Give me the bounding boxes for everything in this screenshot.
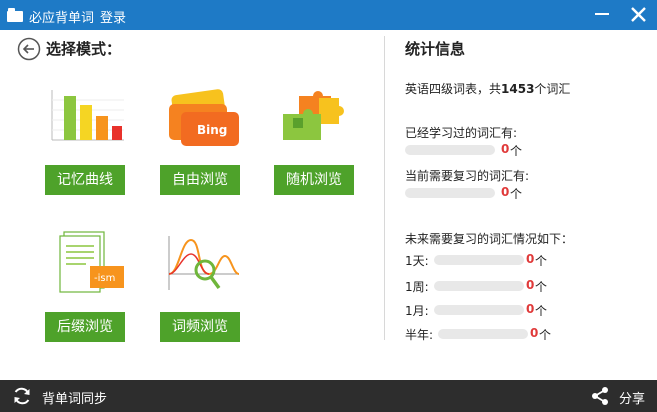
learned-bar-track — [405, 145, 495, 155]
random-browse-button[interactable]: 随机浏览 — [274, 165, 354, 195]
future-row-label: 1周: — [405, 280, 429, 294]
total-count: 1453 — [501, 82, 535, 96]
learned-count: 0 — [501, 142, 510, 156]
share-button[interactable]: 分享 — [590, 380, 650, 412]
title-bar: 必应背单词 登录 — [0, 0, 657, 30]
learned-unit: 个 — [510, 144, 523, 158]
minimize-icon — [595, 13, 609, 15]
share-label: 分享 — [619, 392, 646, 407]
app-title: 必应背单词 — [29, 11, 95, 26]
minimize-button[interactable] — [586, 0, 618, 30]
suffix-browse-button[interactable]: 后缀浏览 — [45, 312, 125, 342]
total-prefix: 英语四级词表，共 — [405, 82, 502, 96]
future-row-label: 1天: — [405, 254, 429, 268]
future-bar-track — [434, 281, 524, 291]
close-button[interactable] — [620, 0, 657, 30]
future-row-half-year: 半年: 0 个 — [405, 326, 557, 342]
future-row-label: 半年: — [405, 328, 434, 342]
future-unit: 个 — [535, 304, 548, 318]
bottom-bar: 背单词同步 分享 — [0, 380, 657, 412]
document-ism-icon[interactable]: -ism — [46, 230, 126, 300]
future-bar-track — [434, 255, 524, 265]
svg-text:-ism: -ism — [94, 273, 115, 284]
review-count: 0 — [501, 185, 510, 199]
future-review-label: 未来需要复习的词汇情况如下： — [405, 232, 574, 246]
mode-heading: 选择模式： — [46, 40, 122, 58]
review-unit: 个 — [510, 187, 523, 201]
app-folder-icon — [7, 8, 23, 22]
review-progress: 0 个 — [405, 185, 525, 201]
bar-chart-icon[interactable] — [46, 88, 126, 152]
future-row-month: 1月: 0 个 — [405, 302, 555, 318]
future-bar-track — [438, 329, 528, 339]
sync-icon — [14, 387, 30, 405]
total-suffix: 个词汇 — [534, 82, 571, 96]
future-row-label: 1月: — [405, 304, 429, 318]
free-browse-button[interactable]: 自由浏览 — [160, 165, 240, 195]
svg-text:Bing: Bing — [197, 123, 227, 137]
frequency-chart-icon[interactable] — [161, 230, 241, 300]
app-window: 必应背单词 登录 选择模式： 记忆曲线 Bing 自由浏览 随机浏览 -ism … — [0, 0, 657, 412]
sync-button[interactable]: 背单词同步 — [12, 380, 112, 412]
future-count: 0 — [526, 302, 535, 316]
bing-cards-icon[interactable]: Bing — [161, 88, 241, 152]
future-count: 0 — [526, 252, 535, 266]
back-button[interactable] — [17, 37, 41, 61]
future-bar-track — [434, 305, 524, 315]
stats-title: 统计信息 — [405, 40, 466, 58]
share-icon — [592, 387, 608, 405]
future-count: 0 — [530, 326, 539, 340]
future-row-day: 1天: 0 个 — [405, 252, 555, 268]
puzzle-pieces-icon[interactable] — [275, 88, 355, 152]
memory-curve-button[interactable]: 记忆曲线 — [45, 165, 125, 195]
future-unit: 个 — [535, 254, 548, 268]
review-label: 当前需要复习的词汇有: — [405, 169, 530, 183]
wordlist-total: 英语四级词表，共1453个词汇 — [405, 80, 570, 97]
review-bar-track — [405, 188, 495, 198]
sync-label: 背单词同步 — [42, 392, 108, 407]
learned-progress: 0 个 — [405, 142, 525, 158]
future-unit: 个 — [539, 328, 552, 342]
future-row-week: 1周: 0 个 — [405, 278, 555, 294]
back-arrow-icon — [17, 37, 41, 61]
learned-label: 已经学习过的词汇有: — [405, 126, 518, 140]
login-link[interactable]: 登录 — [100, 7, 126, 26]
frequency-browse-button[interactable]: 词频浏览 — [160, 312, 240, 342]
panel-divider — [384, 36, 385, 340]
future-unit: 个 — [535, 280, 548, 294]
future-count: 0 — [526, 278, 535, 292]
close-icon — [631, 7, 646, 22]
